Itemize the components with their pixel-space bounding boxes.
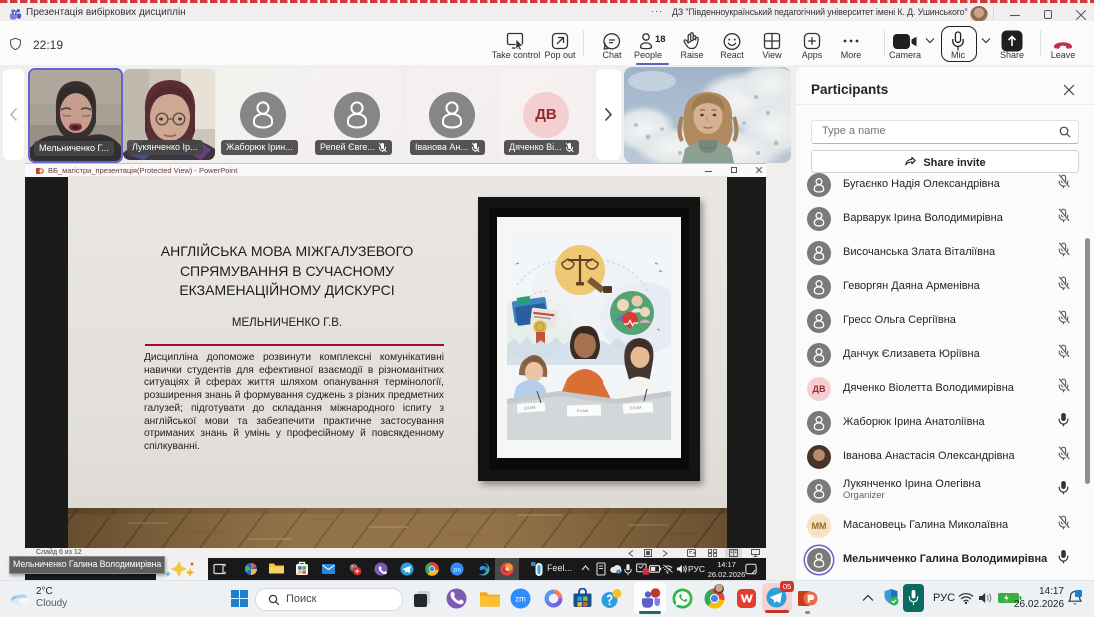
svg-text:zm: zm — [453, 567, 461, 573]
svg-text:i: i — [618, 570, 619, 574]
svg-text:zm: zm — [515, 595, 526, 604]
svg-text:EXAM: EXAM — [577, 408, 588, 413]
svg-text:EXAM: EXAM — [524, 405, 536, 411]
svg-text:EXAM: EXAM — [630, 405, 642, 411]
svg-text:18: 18 — [655, 34, 666, 45]
